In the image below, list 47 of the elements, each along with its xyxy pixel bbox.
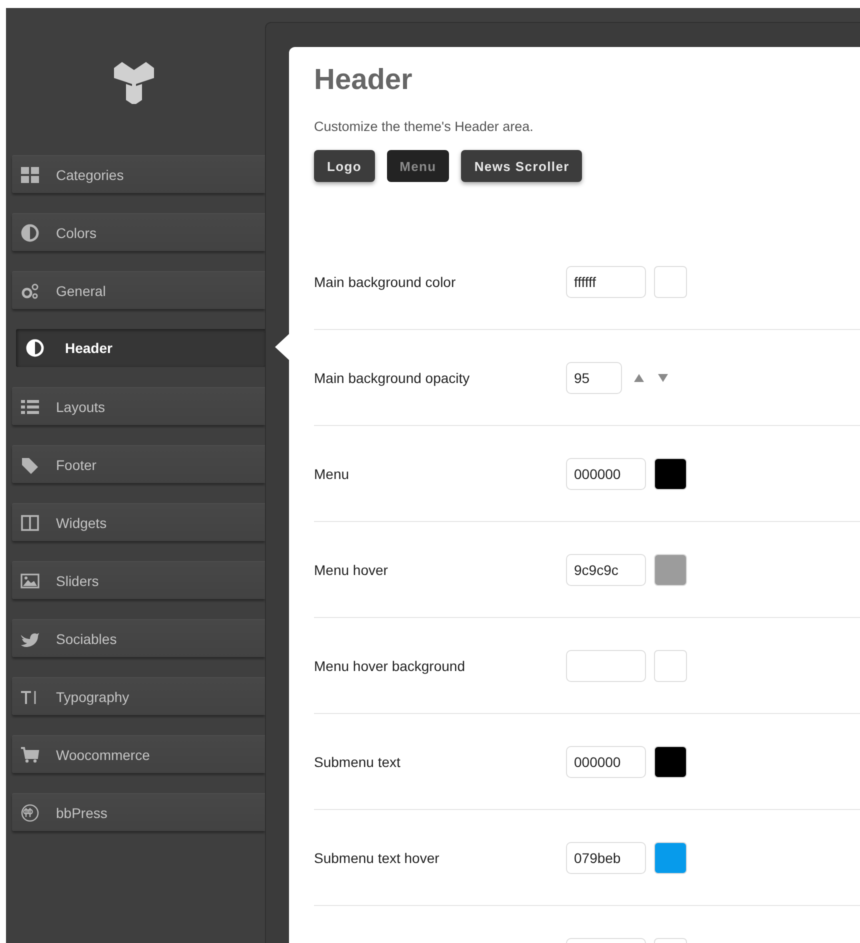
hex-input-field[interactable]: ffffff <box>566 266 646 298</box>
sidebar-item[interactable]: Footer <box>12 445 265 483</box>
half-circle-icon <box>25 338 45 358</box>
setting-label: Main background opacity <box>314 370 471 386</box>
color-swatch[interactable] <box>654 650 687 682</box>
hex-input-field[interactable] <box>566 650 646 682</box>
half-circle-icon <box>20 222 40 242</box>
sidebar-item[interactable]: Woocommerce <box>12 735 265 773</box>
logo-icon <box>112 60 156 104</box>
page-description: Customize the theme's Header area. <box>314 119 534 134</box>
hex-input-field[interactable]: 000000 <box>566 458 646 490</box>
columns-icon <box>20 512 40 532</box>
section-tab[interactable]: News Scroller <box>461 150 582 182</box>
color-swatch[interactable] <box>654 266 687 298</box>
setting-label: Submenu text hover <box>314 850 440 866</box>
cart-icon <box>20 744 40 764</box>
color-swatch[interactable] <box>654 458 687 490</box>
hex-input-field[interactable]: 9c9c9c <box>566 554 646 586</box>
sidebar-item[interactable]: Widgets <box>12 503 265 541</box>
hex-input-field[interactable]: 000000 <box>566 746 646 778</box>
sidebar-item[interactable]: Colors <box>12 213 265 251</box>
bb-circle-icon <box>20 802 40 822</box>
grid-icon <box>20 164 40 184</box>
section-tab[interactable]: Logo <box>314 150 375 182</box>
image-icon <box>20 570 40 590</box>
setting-label: Menu hover background <box>314 658 466 674</box>
increase-arrow-icon[interactable] <box>634 374 644 382</box>
setting-label: Menu hover <box>314 562 389 578</box>
sidebar-item[interactable]: bbPress <box>12 793 265 831</box>
sidebar-item[interactable]: Categories <box>12 155 265 193</box>
page-title: Header <box>314 63 414 97</box>
setting-label: Menu <box>314 466 350 482</box>
sidebar-item[interactable]: Header <box>16 329 265 367</box>
sidebar-item[interactable]: Sliders <box>12 561 265 599</box>
sidebar-item[interactable]: Sociables <box>12 619 265 657</box>
decrease-arrow-icon[interactable] <box>658 374 668 382</box>
sidebar-item[interactable]: Typography <box>12 677 265 715</box>
section-tab[interactable]: Menu <box>386 150 450 182</box>
sidebar-item[interactable]: Layouts <box>12 387 265 425</box>
color-swatch[interactable] <box>654 842 687 874</box>
color-swatch[interactable] <box>654 554 687 586</box>
color-swatch[interactable] <box>654 746 687 778</box>
setting-label: Submenu text <box>314 754 402 770</box>
number-input-field[interactable]: 95 <box>566 362 622 394</box>
sidebar-item[interactable]: General <box>12 271 265 309</box>
setting-label: Main background color <box>314 274 457 290</box>
hex-input-field[interactable]: 079beb <box>566 842 646 874</box>
